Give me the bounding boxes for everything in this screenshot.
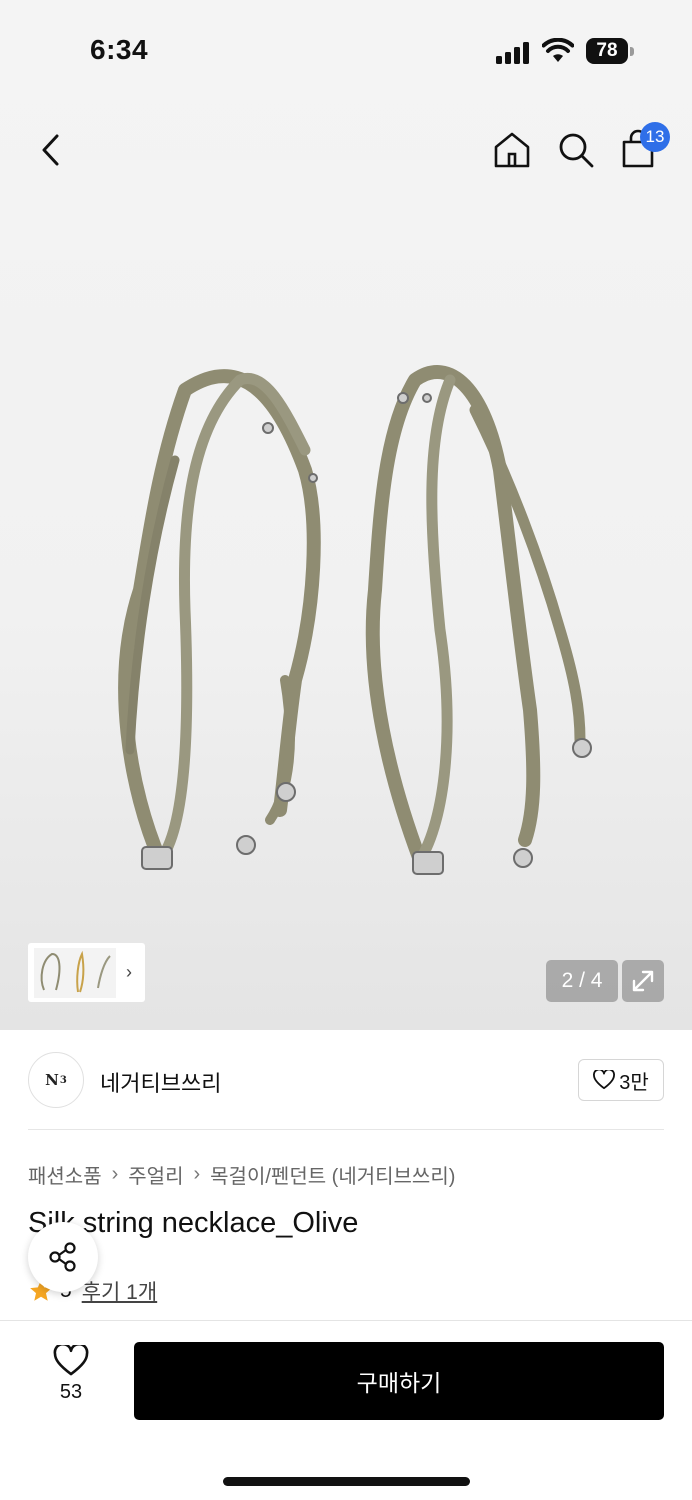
cellular-signal-icon (496, 40, 532, 64)
heart-icon (593, 1070, 616, 1090)
breadcrumb-item[interactable]: 주얼리 (128, 1160, 183, 1189)
back-button[interactable] (30, 128, 70, 172)
brand-name[interactable]: 네거티브쓰리 (100, 1066, 221, 1098)
breadcrumb-item[interactable]: 패션소품 (28, 1160, 102, 1189)
like-button[interactable]: 53 (36, 1345, 106, 1415)
thumbnail-strip[interactable]: › (28, 943, 145, 1002)
share-button[interactable] (28, 1222, 98, 1292)
brand-logo[interactable]: N3 (28, 1052, 84, 1108)
chevron-right-icon: › (126, 962, 132, 982)
status-time: 6:34 (90, 34, 149, 65)
expand-button[interactable] (622, 960, 664, 1002)
chevron-right-icon: › (111, 1163, 119, 1185)
home-icon (494, 132, 530, 168)
brand-favorite-count: 3만 (619, 1071, 649, 1094)
divider (28, 1129, 664, 1130)
chevron-right-icon: › (193, 1163, 201, 1185)
product-image-area[interactable]: 6:34 78 13 › 2 / 4 (0, 0, 692, 1030)
brand-favorite-button[interactable]: 3만 (578, 1059, 664, 1101)
home-button[interactable] (490, 128, 534, 172)
cart-count-badge: 13 (640, 122, 670, 152)
breadcrumb-item[interactable]: 목걸이/펜던트 (네거티브쓰리) (210, 1160, 455, 1189)
thumbnail-image (34, 947, 116, 998)
heart-icon (53, 1345, 89, 1376)
breadcrumb: 패션소품 › 주얼리 › 목걸이/펜던트 (네거티브쓰리) (28, 1160, 455, 1189)
share-icon (49, 1242, 76, 1272)
battery-icon: 78 (586, 38, 634, 64)
brand-row[interactable]: N3 네거티브쓰리 3만 (28, 1052, 664, 1110)
search-button[interactable] (554, 128, 598, 172)
buy-button[interactable]: 구매하기 (134, 1342, 664, 1420)
battery-level: 78 (596, 40, 618, 61)
product-photo (118, 365, 592, 875)
bottom-bar: 53 구매하기 (0, 1320, 692, 1500)
like-count: 53 (59, 1381, 83, 1403)
expand-icon (632, 970, 654, 992)
home-indicator (223, 1477, 470, 1486)
page-indicator: 2 / 4 (546, 960, 618, 1002)
cart-button[interactable]: 13 (616, 122, 670, 172)
wifi-icon (542, 38, 574, 62)
status-bar: 6:34 78 (0, 0, 692, 100)
back-icon (42, 134, 59, 166)
review-link[interactable]: 후기 1개 (82, 1276, 157, 1306)
search-icon (559, 133, 594, 168)
